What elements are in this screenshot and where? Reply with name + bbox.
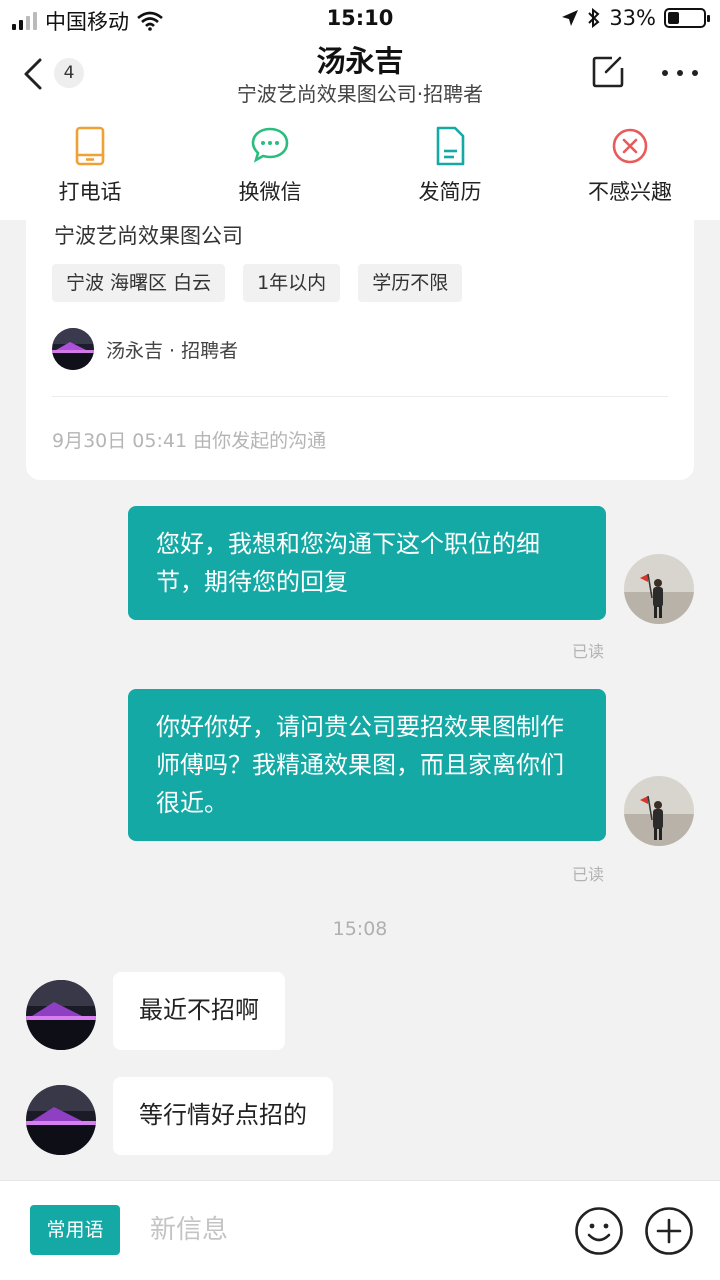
- input-bar: 常用语: [0, 1180, 720, 1280]
- chat-start-info: 9月30日 05:41 由你发起的沟通: [52, 430, 327, 452]
- recruiter-avatar[interactable]: [26, 1085, 96, 1155]
- job-tags: 宁波 海曙区 白云 1年以内 学历不限: [52, 264, 463, 302]
- job-card[interactable]: 宁波艺尚效果图公司 宁波 海曙区 白云 1年以内 学历不限 汤永吉 · 招聘者 …: [26, 190, 694, 480]
- plus-icon[interactable]: [644, 1206, 694, 1256]
- call-button[interactable]: 打电话: [0, 124, 180, 216]
- common-phrases-button[interactable]: 常用语: [30, 1205, 120, 1255]
- my-avatar: [624, 776, 694, 846]
- read-status: 已读: [572, 642, 605, 661]
- read-status: 已读: [572, 865, 605, 884]
- resume-icon: [436, 126, 465, 166]
- send-resume-button[interactable]: 发简历: [360, 124, 540, 216]
- top-bar: 中国移动 15:10 33% 4 汤永吉 宁波艺尚效果图公司·招聘者 打电话 换…: [0, 0, 720, 220]
- time-separator: 15:08: [332, 918, 388, 940]
- wechat-icon: [251, 127, 289, 163]
- location-tag: 宁波 海曙区 白云: [52, 264, 226, 302]
- status-right: 33%: [561, 6, 710, 30]
- more-icon[interactable]: [660, 68, 700, 78]
- wechat-label: 换微信: [238, 180, 302, 204]
- bluetooth-icon: [588, 8, 600, 28]
- recruiter-row: 汤永吉 · 招聘者: [52, 328, 238, 370]
- location-arrow-icon: [562, 10, 579, 26]
- recruiter-avatar[interactable]: [26, 980, 96, 1050]
- send-resume-label: 发简历: [418, 180, 482, 204]
- battery-percent: 33%: [609, 6, 656, 30]
- outgoing-message[interactable]: 您好，我想和您沟通下这个职位的细节，期待您的回复: [128, 506, 606, 620]
- my-avatar: [624, 554, 694, 624]
- nav-bar: 4 汤永吉 宁波艺尚效果图公司·招聘者: [0, 36, 720, 112]
- incoming-message[interactable]: 等行情好点招的: [113, 1077, 333, 1155]
- not-interested-button[interactable]: 不感兴趣: [540, 124, 720, 216]
- wechat-button[interactable]: 换微信: [180, 124, 360, 216]
- not-interested-icon: [612, 128, 648, 164]
- battery-icon: [664, 8, 710, 28]
- incoming-message[interactable]: 最近不招啊: [113, 972, 285, 1050]
- emoji-icon[interactable]: [574, 1206, 624, 1256]
- message-input[interactable]: [150, 1205, 540, 1255]
- card-divider: [52, 396, 668, 397]
- recruiter-avatar: [52, 328, 94, 370]
- outgoing-message[interactable]: 你好你好，请问贵公司要招效果图制作师傅吗？我精通效果图，而且家离你们很近。: [128, 689, 606, 841]
- education-tag: 学历不限: [358, 264, 463, 302]
- experience-tag: 1年以内: [243, 264, 341, 302]
- action-bar: 打电话 换微信 发简历 不感兴趣: [0, 124, 720, 216]
- recruiter-label: 汤永吉 · 招聘者: [106, 339, 239, 362]
- not-interested-label: 不感兴趣: [588, 180, 672, 204]
- status-bar: 中国移动 15:10 33%: [0, 0, 720, 36]
- company-name: 宁波艺尚效果图公司: [54, 224, 243, 248]
- phone-icon: [75, 126, 105, 166]
- call-label: 打电话: [58, 180, 122, 204]
- edit-icon[interactable]: [590, 54, 626, 90]
